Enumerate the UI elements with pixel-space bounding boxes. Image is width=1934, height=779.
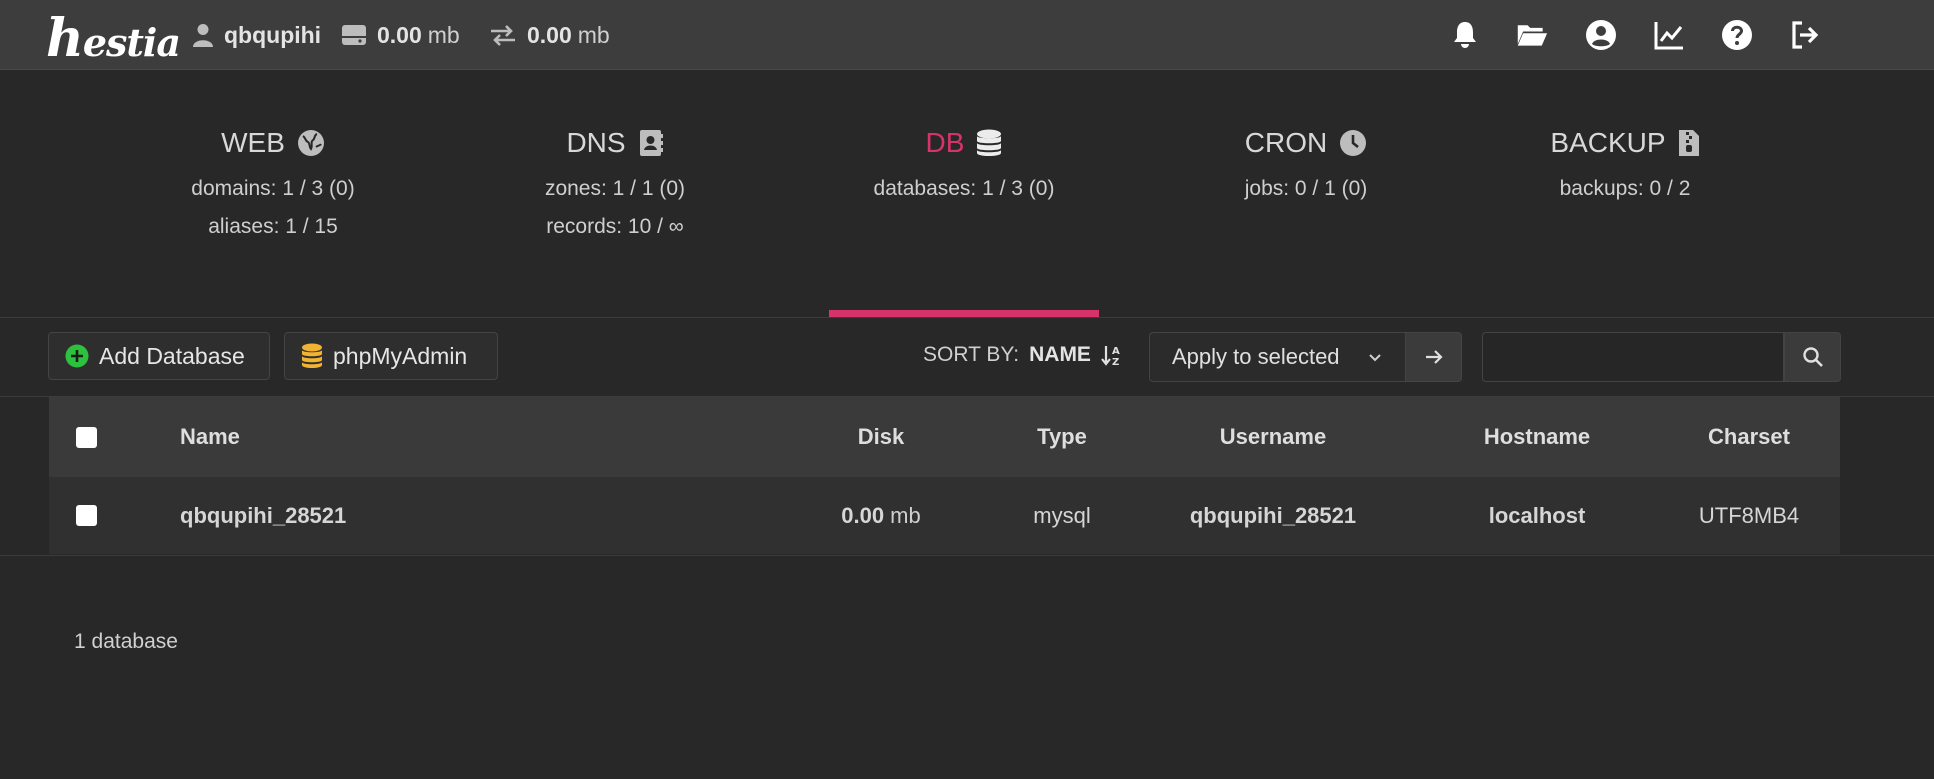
tab-cron-title: CRON xyxy=(1244,127,1328,158)
svg-text:Z: Z xyxy=(1112,357,1119,366)
tab-backup[interactable]: BACKUP backups: 0 / 2 xyxy=(1512,120,1738,204)
database-count: 1 database xyxy=(74,630,178,653)
disk-unit: mb xyxy=(427,21,460,48)
bandwidth-usage: 0.00 mb xyxy=(489,18,610,52)
file-manager-button[interactable] xyxy=(1513,16,1551,54)
column-header-username[interactable]: Username xyxy=(1148,397,1398,477)
bandwidth-unit: mb xyxy=(577,21,610,48)
apply-button[interactable] xyxy=(1405,332,1462,382)
statistics-button[interactable] xyxy=(1650,16,1688,54)
chevron-down-icon xyxy=(1369,354,1381,362)
top-bar: hestia qbqupihi 0.00 mb 0.00 mb xyxy=(0,0,1934,70)
add-database-button[interactable]: Add Database xyxy=(48,332,270,380)
tab-dns-zones: zones: 1 / 1 (0) xyxy=(544,177,686,200)
bell-icon xyxy=(1454,22,1476,48)
sort-alpha-icon: A Z xyxy=(1101,346,1120,366)
tab-backup-backups: backups: 0 / 2 xyxy=(1559,177,1691,200)
sort-by-value: NAME xyxy=(1029,343,1091,366)
column-header-name[interactable]: Name xyxy=(180,397,240,477)
panel-divider xyxy=(0,317,1934,318)
database-table: Name Disk Type Username Hostname Charset… xyxy=(49,397,1840,554)
tab-dns-title: DNS xyxy=(566,127,626,158)
username-label: qbqupihi xyxy=(224,21,322,48)
disk-cell-value: 0.00 xyxy=(841,502,885,528)
charset-cell: UTF8MB4 xyxy=(1698,502,1800,528)
tab-cron-jobs: jobs: 0 / 1 (0) xyxy=(1244,177,1368,200)
phpmyadmin-label: phpMyAdmin xyxy=(333,342,468,369)
bulk-action-value: Apply to selected xyxy=(1172,344,1340,369)
tab-db-databases: databases: 1 / 3 (0) xyxy=(873,177,1055,200)
tab-web-title: WEB xyxy=(221,127,285,158)
add-database-label: Add Database xyxy=(99,342,245,369)
address-book-icon xyxy=(639,130,663,156)
column-header-charset[interactable]: Charset xyxy=(1649,397,1849,477)
clock-icon xyxy=(1340,130,1367,156)
disk-usage: 0.00 mb xyxy=(341,18,460,52)
search-input[interactable] xyxy=(1482,332,1784,382)
tab-web[interactable]: WEB domains: 1 / 3 (0) aliases: 1 / 15 xyxy=(160,120,386,242)
column-header-disk[interactable]: Disk xyxy=(781,397,981,477)
help-icon xyxy=(1722,20,1752,50)
arrow-right-icon xyxy=(1425,350,1443,364)
database-icon xyxy=(302,343,322,368)
search-icon xyxy=(1802,347,1823,367)
disk-cell-unit: mb xyxy=(890,502,921,528)
file-archive-icon xyxy=(1678,130,1699,156)
tab-web-aliases: aliases: 1 / 15 xyxy=(208,215,338,238)
tab-backup-title: BACKUP xyxy=(1550,127,1666,158)
hostname-cell: localhost xyxy=(1488,502,1586,528)
search-button[interactable] xyxy=(1784,332,1841,382)
tab-dns-records: records: 10 / ∞ xyxy=(546,215,684,238)
folder-open-icon xyxy=(1517,25,1548,46)
table-row: qbqupihi_28521 0.00 mb mysql qbqupihi_28… xyxy=(49,477,1840,554)
hdd-icon xyxy=(342,25,366,45)
column-header-type[interactable]: Type xyxy=(962,397,1162,477)
bandwidth-value: 0.00 xyxy=(527,21,572,48)
help-button[interactable] xyxy=(1718,16,1756,54)
sort-by-label: SORT BY: xyxy=(923,343,1020,366)
user-icon xyxy=(193,24,213,47)
tab-cron[interactable]: CRON jobs: 0 / 1 (0) xyxy=(1193,120,1419,204)
globe-icon xyxy=(297,130,324,156)
table-header: Name Disk Type Username Hostname Charset xyxy=(49,397,1840,477)
row-checkbox[interactable] xyxy=(76,505,97,526)
logout-button[interactable] xyxy=(1786,16,1824,54)
type-cell: mysql xyxy=(1033,502,1091,528)
active-tab-indicator xyxy=(829,310,1099,317)
table-divider xyxy=(0,555,1934,556)
database-name-link[interactable]: qbqupihi_28521 xyxy=(180,477,346,554)
tab-dns[interactable]: DNS zones: 1 / 1 (0) records: 10 / ∞ xyxy=(502,120,728,242)
tab-db-title: DB xyxy=(925,127,965,158)
logout-icon xyxy=(1792,21,1819,49)
disk-cell: 0.00 mb xyxy=(781,477,981,554)
hestia-logo[interactable]: hestia xyxy=(46,8,181,69)
select-all-checkbox[interactable] xyxy=(76,426,97,448)
disk-value: 0.00 xyxy=(377,21,422,48)
phpmyadmin-button[interactable]: phpMyAdmin xyxy=(284,332,498,380)
tab-db[interactable]: DB databases: 1 / 3 (0) xyxy=(849,120,1079,204)
chart-line-icon xyxy=(1654,22,1683,50)
user-circle-icon xyxy=(1586,20,1616,50)
plus-circle-icon xyxy=(65,344,89,368)
profile-button[interactable] xyxy=(1582,16,1620,54)
user-info: qbqupihi xyxy=(192,18,321,52)
sort-by[interactable]: SORT BY: NAME A Z xyxy=(923,343,1123,367)
username-cell: qbqupihi_28521 xyxy=(1189,502,1357,528)
bulk-action-select[interactable]: Apply to selected xyxy=(1149,332,1405,382)
column-header-hostname[interactable]: Hostname xyxy=(1412,397,1662,477)
notifications-button[interactable] xyxy=(1446,16,1484,54)
svg-text:A: A xyxy=(1112,346,1120,357)
tab-web-domains: domains: 1 / 3 (0) xyxy=(191,177,355,200)
database-icon xyxy=(977,129,1002,156)
exchange-icon xyxy=(491,25,515,46)
